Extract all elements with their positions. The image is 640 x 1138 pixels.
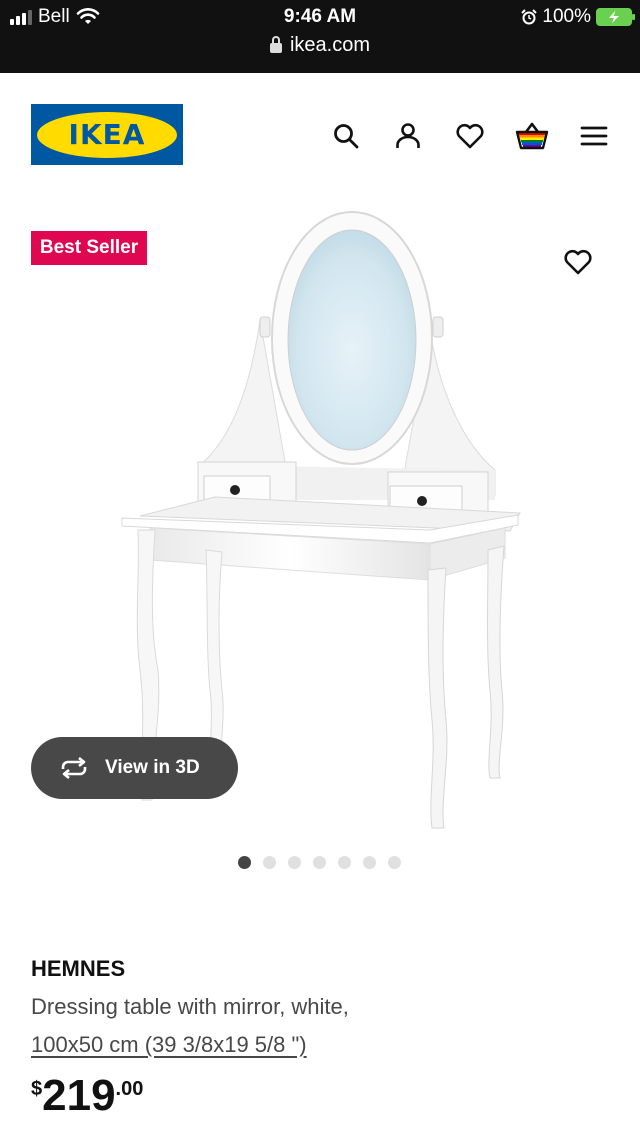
address-bar[interactable]: ikea.com bbox=[0, 34, 640, 57]
status-right: 100% bbox=[521, 6, 635, 28]
carousel-dot[interactable] bbox=[338, 856, 351, 869]
view-in-3d-button[interactable]: View in 3D bbox=[31, 737, 238, 799]
carousel-dot[interactable] bbox=[363, 856, 376, 869]
carousel-dot[interactable] bbox=[263, 856, 276, 869]
product-description: Dressing table with mirror, white, bbox=[31, 994, 349, 1019]
product-dimensions-link[interactable]: 100x50 cm (39 3/8x19 5/8 ") bbox=[31, 1032, 307, 1058]
battery-percent: 100% bbox=[542, 6, 591, 27]
product-price: $ 219 .00 bbox=[31, 1072, 143, 1120]
wishlist-icon[interactable] bbox=[450, 116, 490, 156]
alarm-icon bbox=[521, 9, 538, 25]
price-decimal: .00 bbox=[115, 1078, 144, 1100]
carousel-dot[interactable] bbox=[313, 856, 326, 869]
cart-icon[interactable] bbox=[512, 116, 552, 156]
favorite-icon[interactable] bbox=[558, 242, 598, 282]
url-text: ikea.com bbox=[289, 34, 371, 56]
header-icons bbox=[0, 116, 640, 156]
account-icon[interactable] bbox=[388, 116, 428, 156]
carousel-dot[interactable] bbox=[388, 856, 401, 869]
view-in-3d-label: View in 3D bbox=[105, 757, 200, 778]
status-bar: Bell 9:46 AM 100% ikea.com bbox=[0, 0, 640, 73]
menu-icon[interactable] bbox=[574, 116, 614, 156]
image-carousel-dots bbox=[238, 856, 401, 869]
price-integer: 219 bbox=[42, 1071, 116, 1120]
lock-icon bbox=[269, 35, 282, 53]
battery-icon bbox=[596, 8, 635, 26]
search-icon[interactable] bbox=[326, 116, 366, 156]
product-name: HEMNES bbox=[31, 956, 126, 981]
rotate-3d-icon bbox=[61, 757, 87, 779]
carousel-dot[interactable] bbox=[288, 856, 301, 869]
carousel-dot[interactable] bbox=[238, 856, 251, 869]
price-currency: $ bbox=[31, 1078, 43, 1100]
